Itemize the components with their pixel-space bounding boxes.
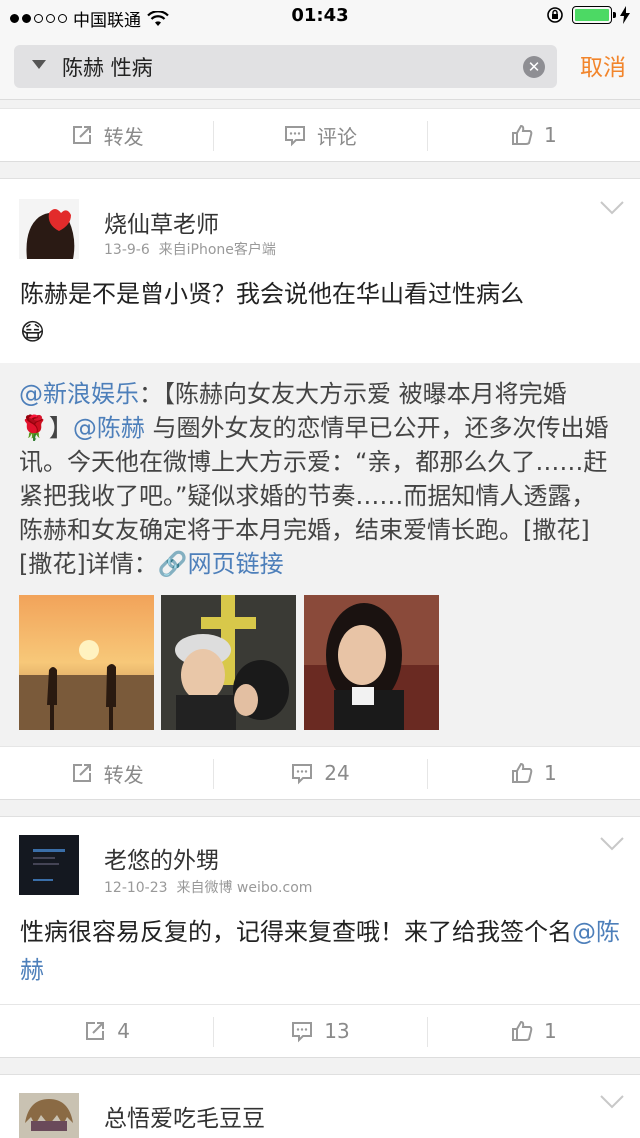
repost-headline: 【陈赫向女友大方示爱 被曝本月将完婚 — [163, 380, 567, 408]
repost-label: 转发 — [103, 124, 144, 149]
comment-icon — [284, 126, 305, 147]
like-count: 1 — [543, 761, 557, 785]
mention-link[interactable]: @陈赫 — [73, 414, 145, 442]
avatar[interactable] — [19, 1093, 79, 1138]
status-bar: 中国联通 01:43 — [0, 0, 640, 34]
repost-button[interactable]: 转发 — [0, 109, 213, 161]
repost-count: 4 — [117, 1019, 131, 1043]
post-body: 陈赫是不是曾小贤？我会说他在华山看过性病么 — [20, 280, 524, 308]
repost-text: @新浪娱乐：【陈赫向女友大方示爱 被曝本月将完婚🌹】@陈赫 与圈外女友的恋情早已… — [19, 377, 619, 581]
repost-label: 转发 — [103, 762, 144, 787]
like-count: 1 — [543, 123, 557, 147]
post-source: 来自iPhone客户端 — [158, 242, 276, 258]
post-text: 陈赫是不是曾小贤？我会说他在华山看过性病么 😷 — [20, 275, 620, 351]
post-date: 13-9-6 — [104, 242, 150, 258]
comment-icon — [292, 764, 313, 785]
search-bar: ✕ 取消 — [0, 34, 640, 100]
post-date: 12-10-23 — [104, 880, 168, 896]
like-button[interactable]: 1 — [426, 747, 640, 799]
repost-block[interactable]: @新浪娱乐：【陈赫向女友大方示爱 被曝本月将完婚🌹】@陈赫 与圈外女友的恋情早已… — [0, 363, 640, 749]
avatar[interactable] — [19, 199, 79, 259]
repost-bracket: 】 — [48, 414, 73, 442]
thumbs-up-icon — [511, 124, 533, 145]
like-button[interactable]: 1 — [426, 1005, 640, 1057]
post-meta: 13-9-6 来自iPhone客户端 — [104, 239, 276, 259]
web-link[interactable]: 🔗网页链接 — [158, 550, 284, 578]
comment-count: 13 — [324, 1019, 350, 1043]
chevron-down-icon[interactable] — [600, 1095, 624, 1109]
chevron-down-icon[interactable] — [600, 837, 624, 851]
comment-icon — [292, 1022, 313, 1043]
post-action-bar: 转发 评论 1 — [0, 108, 640, 162]
search-scope-dropdown-icon[interactable] — [32, 60, 46, 69]
link-icon: 🔗 — [157, 550, 188, 578]
clear-search-button[interactable]: ✕ — [523, 56, 545, 78]
repost-icon — [72, 126, 91, 144]
battery-icon — [572, 6, 616, 24]
like-count: 1 — [543, 1019, 557, 1043]
thumbs-up-icon — [511, 762, 533, 783]
photo-thumbnail[interactable] — [304, 595, 439, 730]
mention-link[interactable]: @新浪娱乐 — [19, 380, 139, 408]
post-source: 来自微博 weibo.com — [176, 880, 313, 896]
user-name[interactable]: 老悠的外甥 — [104, 841, 219, 875]
repost-button[interactable]: 4 — [0, 1005, 213, 1057]
avatar[interactable] — [19, 835, 79, 895]
thumbs-up-icon — [511, 1020, 533, 1041]
repost-button[interactable]: 转发 — [0, 747, 213, 799]
web-link-label: 网页链接 — [187, 550, 284, 578]
post-body: 性病很容易反复的，记得来复查哦！来了给我签个名 — [20, 918, 572, 946]
comment-label: 评论 — [316, 124, 357, 149]
post-card[interactable]: 老悠的外甥 12-10-23 来自微博 weibo.com 性病很容易反复的，记… — [0, 816, 640, 1006]
comment-count: 24 — [324, 761, 350, 785]
charging-icon — [620, 6, 630, 24]
sick-face-emoji: 😷 — [20, 318, 46, 346]
photo-thumbnail[interactable] — [161, 595, 296, 730]
user-name[interactable]: 总悟爱吃毛豆豆 — [104, 1099, 265, 1133]
comment-button[interactable]: 24 — [213, 747, 426, 799]
rose-emoji: 🌹 — [19, 414, 49, 442]
repost-icon — [86, 1022, 105, 1040]
comment-button[interactable]: 13 — [213, 1005, 426, 1057]
like-button[interactable]: 1 — [426, 109, 640, 161]
post-text: 性病很容易反复的，记得来复查哦！来了给我签个名@陈赫 — [20, 913, 620, 989]
photo-thumbnail[interactable] — [19, 595, 154, 730]
post-action-bar: 4 13 1 — [0, 1004, 640, 1058]
search-input[interactable] — [62, 51, 502, 83]
search-box[interactable]: ✕ — [14, 45, 557, 88]
post-meta: 12-10-23 来自微博 weibo.com — [104, 877, 312, 897]
comment-button[interactable]: 评论 — [213, 109, 426, 161]
user-name[interactable]: 烧仙草老师 — [104, 205, 219, 239]
post-card[interactable]: 烧仙草老师 13-9-6 来自iPhone客户端 陈赫是不是曾小贤？我会说他在华… — [0, 178, 640, 749]
post-action-bar: 转发 24 1 — [0, 746, 640, 800]
chevron-down-icon[interactable] — [600, 201, 624, 215]
post-card[interactable]: 总悟爱吃毛豆豆 — [0, 1074, 640, 1138]
clock: 01:43 — [291, 5, 349, 26]
repost-icon — [72, 764, 91, 782]
rotation-lock-icon — [547, 7, 563, 23]
repost-colon: ： — [139, 380, 163, 408]
cancel-button[interactable]: 取消 — [580, 48, 626, 82]
